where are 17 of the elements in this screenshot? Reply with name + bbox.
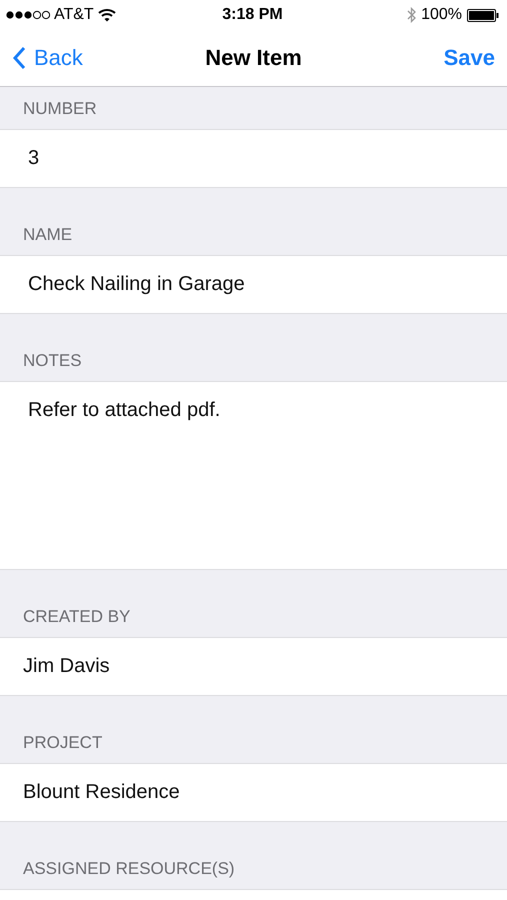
battery-icon xyxy=(466,8,499,22)
screen-title: New Item xyxy=(205,45,302,71)
section-header: ASSIGNED RESOURCE(S) xyxy=(0,822,507,890)
value-row: Blount Residence xyxy=(0,764,507,822)
save-button[interactable]: Save xyxy=(444,45,495,71)
chevron-left-icon xyxy=(12,46,26,70)
battery-percent: 100% xyxy=(421,6,462,24)
text-field[interactable]: Check Nailing in Garage xyxy=(0,256,507,314)
bluetooth-icon xyxy=(407,7,416,23)
carrier: AT&T xyxy=(54,6,94,24)
wifi-icon xyxy=(98,8,116,22)
text-field[interactable]: 3 xyxy=(0,130,507,188)
back-button[interactable]: Back xyxy=(12,45,83,71)
value-row: Jim Davis xyxy=(0,638,507,696)
time: 3:18 PM xyxy=(222,6,283,23)
notes-field[interactable]: Refer to attached pdf. xyxy=(0,382,507,570)
signal-icon xyxy=(6,10,50,20)
